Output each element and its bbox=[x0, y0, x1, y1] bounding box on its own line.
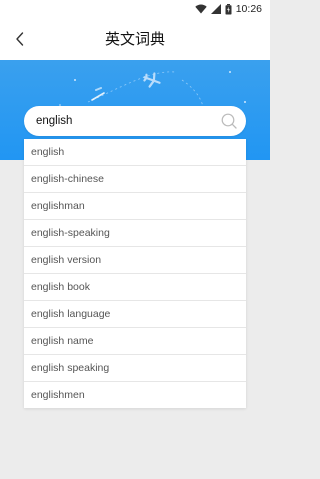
suggestion-item[interactable]: englishman bbox=[24, 193, 246, 220]
suggestion-item[interactable]: english-speaking bbox=[24, 220, 246, 247]
search-box[interactable] bbox=[24, 106, 246, 136]
page-title: 英文词典 bbox=[104, 30, 165, 48]
signal-icon bbox=[210, 4, 221, 14]
suggestion-list: english english-chinese englishman engli… bbox=[24, 139, 246, 408]
back-chevron-icon[interactable] bbox=[8, 27, 32, 51]
battery-icon bbox=[225, 3, 232, 15]
suggestion-item[interactable]: englishmen bbox=[24, 382, 246, 408]
suggestion-item[interactable]: english speaking bbox=[24, 355, 246, 382]
status-bar: 10:26 bbox=[0, 0, 270, 18]
suggestion-item[interactable]: english-chinese bbox=[24, 166, 246, 193]
search-icon[interactable] bbox=[220, 112, 238, 130]
suggestion-item[interactable]: english book bbox=[24, 274, 246, 301]
top-app-bar: 英文词典 bbox=[0, 18, 270, 60]
status-time: 10:26 bbox=[235, 3, 262, 15]
suggestion-item[interactable]: english name bbox=[24, 328, 246, 355]
search-input[interactable] bbox=[36, 111, 216, 131]
suggestion-item[interactable]: english bbox=[24, 139, 246, 166]
suggestion-item[interactable]: english language bbox=[24, 301, 246, 328]
suggestion-item[interactable]: english version bbox=[24, 247, 246, 274]
wifi-icon bbox=[195, 4, 207, 14]
